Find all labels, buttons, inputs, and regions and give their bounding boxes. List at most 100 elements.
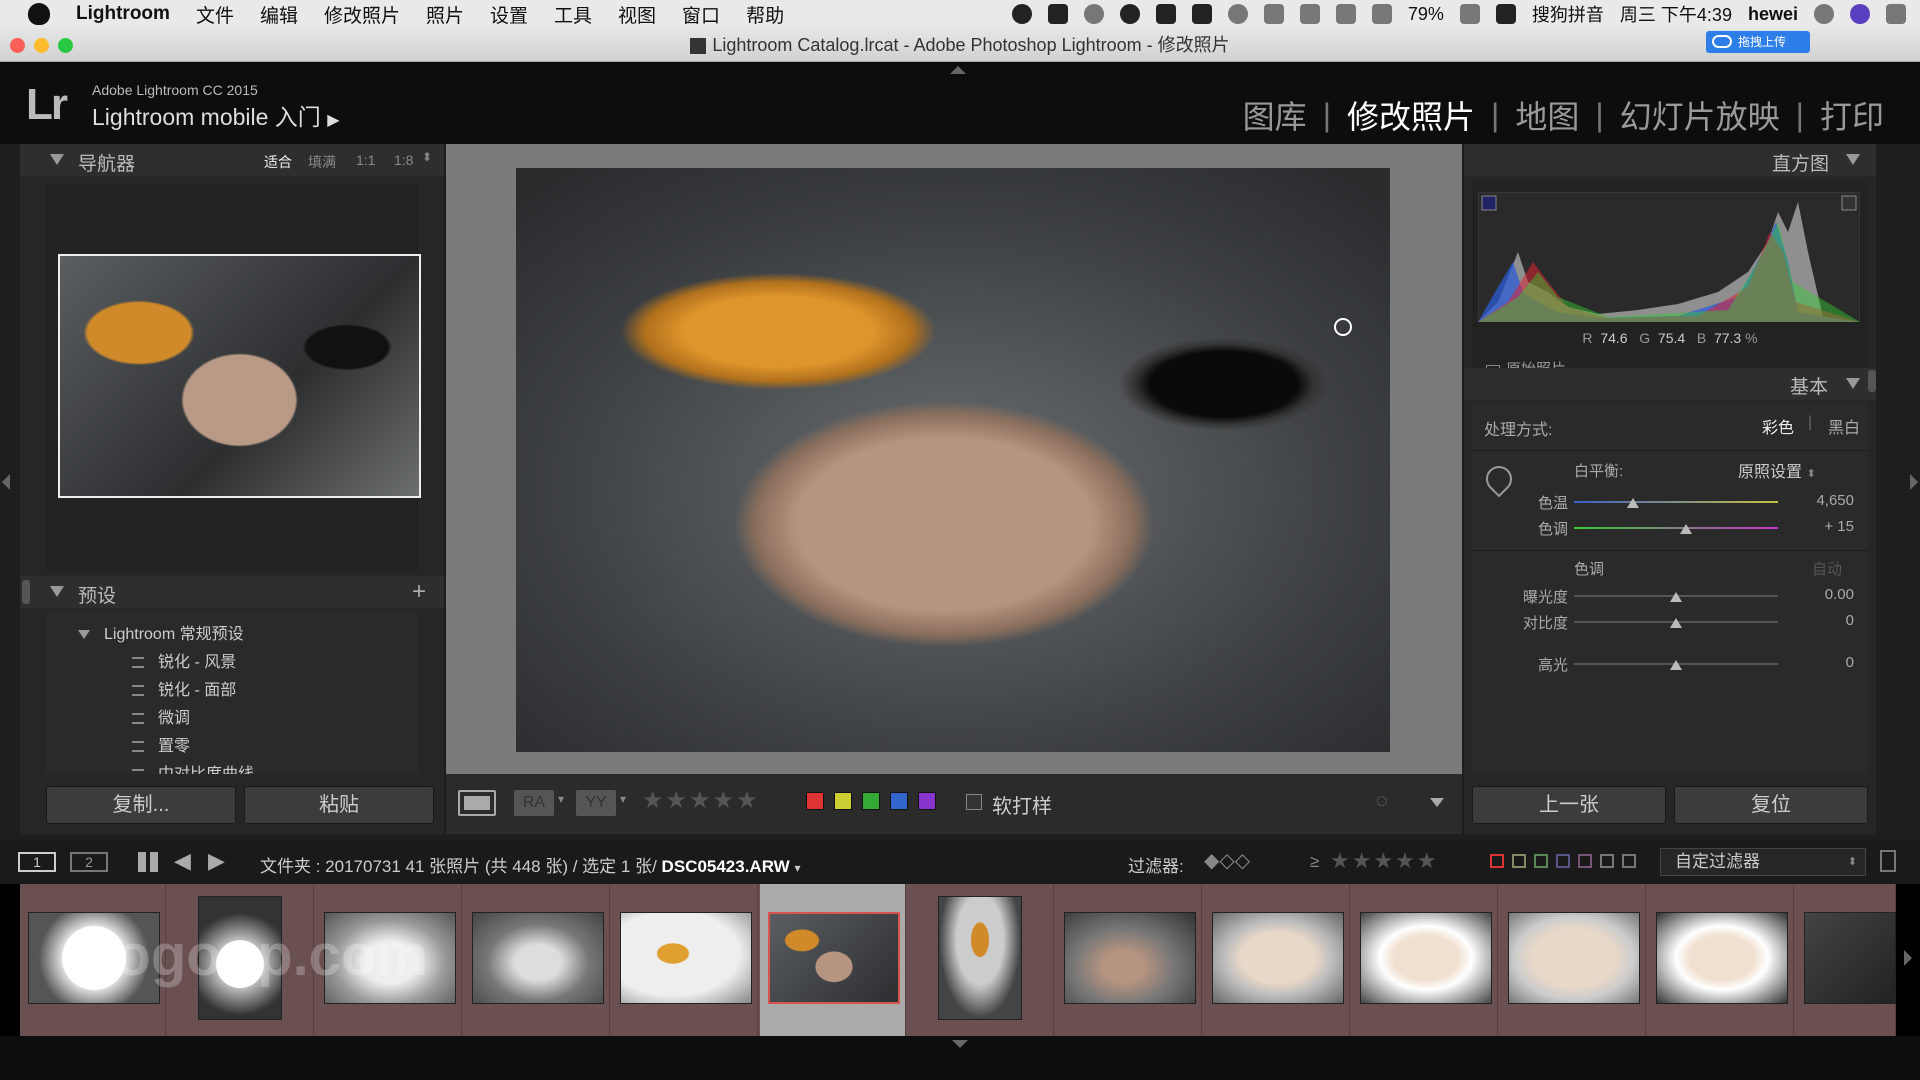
photo-thumbnail[interactable] — [768, 912, 900, 1004]
menu-tools[interactable]: 工具 — [554, 1, 592, 28]
tint-slider-thumb[interactable] — [1680, 524, 1693, 534]
sogou-icon[interactable] — [1495, 4, 1516, 24]
star-rating[interactable]: ★★★★★ — [642, 786, 760, 815]
auto-tone-button[interactable]: 自动 — [1812, 558, 1842, 579]
collapse-triangle-icon[interactable] — [50, 154, 64, 165]
minimize-window-icon[interactable] — [34, 38, 49, 53]
color-filter-yellow[interactable] — [1512, 854, 1526, 868]
color-filter-green[interactable] — [1534, 854, 1548, 868]
identity-title[interactable]: Lightroom mobile 入门 ▶ — [92, 98, 340, 132]
filmstrip-cell[interactable] — [1056, 884, 1202, 1036]
color-filter-other[interactable] — [1600, 854, 1614, 868]
filmstrip-cell[interactable] — [1648, 884, 1794, 1036]
photo-thumbnail[interactable] — [1804, 912, 1896, 1004]
color-filter-purple[interactable] — [1578, 854, 1592, 868]
wb-select[interactable]: 原照设置 ⬍ — [1738, 458, 1816, 482]
collapse-triangle-icon[interactable] — [1846, 154, 1860, 165]
record-icon[interactable] — [1011, 4, 1032, 24]
photo-thumbnail[interactable] — [1064, 912, 1196, 1004]
photo-thumbnail[interactable] — [472, 912, 604, 1004]
filmstrip-source[interactable]: 文件夹 : 20170731 41 张照片 (共 448 张) / 选定 1 张… — [260, 852, 801, 877]
menu-lightroom[interactable]: Lightroom — [76, 3, 170, 25]
tint-value[interactable]: + 15 — [1782, 518, 1854, 535]
preset-group[interactable]: Lightroom 常规预设 — [78, 620, 244, 644]
previous-button[interactable]: 上一张 — [1472, 786, 1666, 824]
histogram-graph[interactable] — [1478, 192, 1860, 322]
toolbar-menu-icon[interactable] — [1430, 798, 1444, 807]
primary-window-button[interactable]: 1 — [18, 852, 56, 872]
collapse-triangle-icon[interactable] — [50, 586, 64, 597]
collapse-top-icon[interactable] — [950, 66, 966, 74]
app-icon[interactable] — [1047, 4, 1068, 24]
notification-center-icon[interactable] — [1886, 4, 1906, 24]
exposure-slider-thumb[interactable] — [1670, 592, 1682, 602]
module-slideshow[interactable]: 幻灯片放映 — [1620, 92, 1780, 138]
right-panel-toggle-icon[interactable] — [1910, 474, 1918, 490]
exposure-value[interactable]: 0.00 — [1782, 586, 1854, 603]
dropdown-icon[interactable]: ▾ — [620, 792, 626, 806]
back-arrow-icon[interactable]: ◀ — [174, 848, 191, 874]
photo-thumbnail[interactable] — [620, 912, 752, 1004]
tint-slider-track[interactable] — [1574, 527, 1778, 529]
photo-thumbnail[interactable] — [1360, 912, 1492, 1004]
zoom-1-1[interactable]: 1:1 — [356, 152, 375, 168]
reset-button[interactable]: 复位 — [1674, 786, 1868, 824]
clock[interactable]: 周三 下午4:39 — [1620, 1, 1732, 27]
panel-scroll-handle[interactable] — [1868, 370, 1876, 392]
photo-thumbnail[interactable] — [1656, 912, 1788, 1004]
temp-slider-track[interactable] — [1574, 501, 1778, 503]
filmstrip-cell[interactable] — [1352, 884, 1498, 1036]
input-icon[interactable] — [1191, 4, 1212, 24]
secondary-window-button[interactable]: 2 — [70, 852, 108, 872]
disclosure-icon[interactable] — [78, 630, 90, 640]
paste-settings-button[interactable]: 粘贴 — [244, 786, 434, 824]
filmstrip-cell[interactable] — [464, 884, 610, 1036]
contrast-slider-thumb[interactable] — [1670, 618, 1682, 628]
color-filter-red[interactable] — [1490, 854, 1504, 868]
filmstrip-cell[interactable] — [1796, 884, 1896, 1036]
left-panel-toggle-icon[interactable] — [2, 474, 10, 490]
dropdown-icon[interactable]: ▾ — [558, 792, 564, 806]
flag-filter-icons[interactable]: ◆◇◇ — [1204, 848, 1250, 873]
siri-icon[interactable] — [1850, 4, 1870, 24]
filmstrip-cell[interactable] — [1500, 884, 1646, 1036]
menu-edit[interactable]: 编辑 — [260, 1, 298, 28]
basic-header[interactable]: 基本 — [1464, 368, 1876, 400]
module-print[interactable]: 打印 — [1820, 92, 1884, 138]
navigator-thumbnail[interactable] — [58, 254, 421, 498]
before-after-swap-icon[interactable]: YY — [576, 790, 616, 816]
collapse-triangle-icon[interactable] — [1846, 378, 1860, 389]
preset-item[interactable]: 锐化 - 风景 — [132, 648, 236, 672]
spotlight-search-icon[interactable] — [1814, 4, 1834, 24]
main-photo[interactable] — [516, 168, 1390, 752]
custom-filter-select[interactable]: 自定过滤器 ⬍ — [1660, 848, 1866, 876]
before-after-left-right-icon[interactable]: RA — [514, 790, 554, 816]
filmstrip-scroll-right-icon[interactable] — [1904, 950, 1912, 966]
color-label-blue[interactable] — [890, 792, 908, 810]
preset-item[interactable]: 锐化 - 面部 — [132, 676, 236, 700]
menu-window[interactable]: 窗口 — [682, 1, 720, 28]
loupe-view-icon[interactable] — [458, 790, 496, 816]
apple-icon[interactable] — [28, 3, 50, 25]
color-filter-none[interactable] — [1622, 854, 1636, 868]
white-balance-picker-icon[interactable] — [1480, 460, 1518, 498]
contrast-value[interactable]: 0 — [1782, 612, 1854, 629]
soft-proof-checkbox[interactable] — [966, 794, 982, 810]
color-label-yellow[interactable] — [834, 792, 852, 810]
grid-view-icon[interactable] — [138, 852, 158, 872]
menu-help[interactable]: 帮助 — [746, 1, 784, 28]
dropdown-icon[interactable]: ▾ — [794, 861, 800, 875]
battery-icon[interactable] — [1459, 4, 1480, 24]
time-machine-icon[interactable] — [1227, 4, 1248, 24]
wifi-icon[interactable] — [1299, 4, 1320, 24]
filmstrip-cell[interactable] — [908, 884, 1054, 1036]
rating-filter-stars[interactable]: ★★★★★ — [1330, 848, 1439, 874]
navigator-header[interactable]: 导航器 适合 填满 1:1 1:8 ⬍ — [20, 144, 444, 176]
zoom-stepper-icon[interactable]: ⬍ — [422, 150, 432, 164]
menu-view[interactable]: 视图 — [618, 1, 656, 28]
module-develop[interactable]: 修改照片 — [1347, 92, 1475, 138]
zoom-fit[interactable]: 适合 — [264, 152, 292, 172]
menu-photo[interactable]: 照片 — [426, 1, 464, 28]
filter-lock-icon[interactable] — [1880, 850, 1896, 872]
treatment-bw[interactable]: 黑白 — [1828, 414, 1860, 438]
